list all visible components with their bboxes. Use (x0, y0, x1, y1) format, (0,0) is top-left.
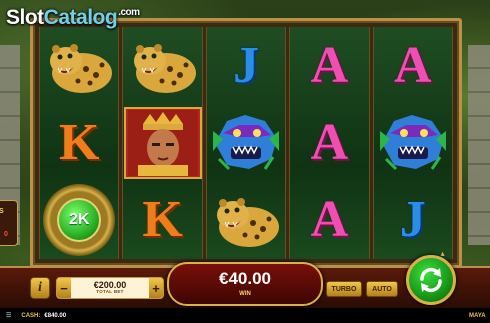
symbol-a: A (310, 113, 349, 171)
reel-cell: A (374, 27, 452, 104)
win-display: €40.00 WIN (167, 262, 323, 306)
bonus-value: 2K (57, 198, 102, 243)
jaguar-icon (50, 43, 113, 93)
reel-cell: J (207, 27, 285, 104)
reel-1: K 2K (39, 27, 120, 259)
reel-5: A J ▲ (372, 27, 453, 259)
reel-cell: 2K (40, 182, 118, 259)
spin-arrows-icon (420, 267, 442, 293)
bonus-side-plaque: US 0 (0, 200, 18, 246)
menu-icon[interactable]: ☰ (6, 312, 11, 319)
reel-2: K (122, 27, 203, 259)
side-plaque-value: 0 (4, 231, 8, 238)
spin-button[interactable] (406, 255, 456, 305)
symbol-k: K (142, 191, 183, 249)
symbol-a: A (310, 36, 349, 94)
symbol-a: A (310, 191, 349, 249)
serpent-mask-icon (212, 114, 279, 171)
maya-king-icon (123, 106, 202, 179)
jaguar-icon (216, 198, 279, 248)
reel-cell (40, 27, 118, 104)
bet-decrease-button[interactable]: − (57, 278, 71, 298)
reel-cell: A (290, 104, 368, 181)
reel-cell: K (123, 182, 201, 259)
total-bet-label: TOTAL BET (96, 289, 124, 295)
reel-cell: J ▲ (374, 182, 452, 259)
total-bet-display: €200.00 TOTAL BET (71, 281, 149, 295)
stone-pillar-right (468, 45, 490, 245)
win-label: WIN (239, 291, 251, 297)
symbol-j: J (232, 36, 259, 94)
game-name: MAYA (469, 312, 486, 319)
reel-cell (207, 182, 285, 259)
status-bar: ☰ CASH: €840.00 MAYA (0, 308, 490, 323)
reel-3: J (205, 27, 287, 259)
reel-cell (123, 27, 201, 104)
logo-suffix: .com (118, 7, 140, 18)
reel-frame: K 2K K J A A A A J ▲ (30, 18, 462, 268)
jaguar-icon (133, 43, 196, 93)
symbol-a: A (394, 36, 432, 94)
reel-grid: K 2K K J A A A A J ▲ (39, 27, 453, 259)
logo-main: Slot (6, 6, 44, 29)
win-value: €40.00 (219, 269, 271, 288)
bet-selector: − €200.00 TOTAL BET + (56, 277, 164, 299)
info-button[interactable]: i (30, 277, 50, 299)
reel-cell (123, 104, 202, 181)
bet-increase-button[interactable]: + (149, 278, 163, 298)
logo-accent: Catalog (43, 6, 118, 29)
reel-cell (374, 104, 452, 181)
serpent-mask-icon (379, 114, 446, 171)
reel-cell: A (290, 182, 368, 259)
turbo-button[interactable]: TURBO (326, 281, 362, 297)
autoplay-button[interactable]: AUTO (366, 281, 398, 297)
cash-value: €840.00 (44, 312, 67, 319)
reel-cell: K (40, 104, 118, 181)
symbol-j: J (399, 191, 426, 249)
cash-label: CASH: (21, 312, 41, 319)
symbol-k: K (58, 113, 100, 171)
slotcatalog-logo: SlotCatalog.com (6, 6, 140, 30)
bonus-coin-icon: 2K (43, 184, 116, 257)
reel-cell: A (290, 27, 368, 104)
side-plaque-label: US (0, 208, 4, 215)
reel-cell (207, 104, 285, 181)
reel-4: AAA (289, 27, 370, 259)
